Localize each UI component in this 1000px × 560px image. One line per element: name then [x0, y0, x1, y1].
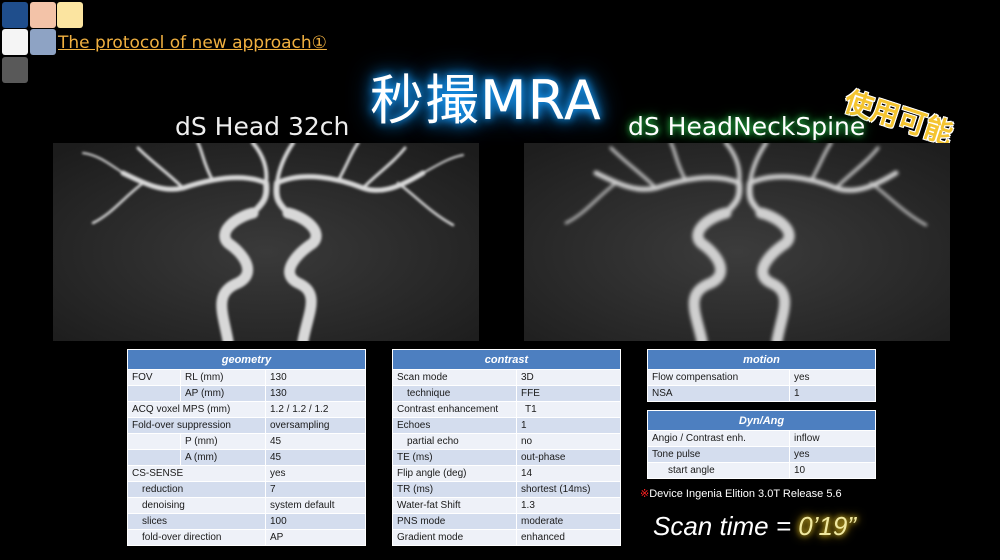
table-row: P (mm) 45 — [127, 433, 367, 450]
swatch-6 — [2, 57, 28, 83]
table-row: Scan mode 3D — [392, 369, 621, 386]
table-row: TR (ms) shortest (14ms) — [392, 481, 621, 498]
table-row: AP (mm) 130 — [127, 385, 367, 402]
scan-time: Scan time = 0’19” — [653, 511, 856, 542]
scan-time-value: 0’19” — [798, 511, 857, 541]
table-row: Contrast enhancement T1 — [392, 401, 621, 418]
geometry-table: geometry FOV RL (mm) 130 AP (mm) 130 ACQ vo… — [126, 349, 367, 546]
table-row: denoising system default — [127, 497, 367, 514]
swatch-3 — [57, 2, 83, 28]
table-row: Echoes 1 — [392, 417, 621, 434]
table-row: FOV RL (mm) 130 — [127, 369, 367, 386]
left-coil-label: dS Head 32ch — [175, 112, 350, 141]
swatch-5 — [30, 29, 56, 55]
dynang-header: Dyn/Ang — [646, 410, 877, 431]
table-row: Flow compensation yes — [647, 369, 877, 386]
protocol-link[interactable]: The protocol of new approach① — [58, 33, 327, 53]
swatch-1 — [2, 2, 28, 28]
main-title: 秒撮MRA — [370, 69, 602, 132]
geometry-header: geometry — [126, 349, 367, 370]
table-row: start angle 10 — [647, 462, 877, 479]
table-row: CS-SENSE yes — [127, 465, 367, 482]
motion-header: motion — [646, 349, 877, 370]
note-mark: ※ — [640, 488, 650, 500]
table-row: partial echo no — [392, 433, 621, 450]
device-note: ※Device Ingenia Elition 3.0T Release 5.6 — [640, 487, 842, 500]
swatch-2 — [30, 2, 56, 28]
table-row: NSA 1 — [647, 385, 877, 402]
mra-image-right — [524, 143, 950, 341]
table-row: Tone pulse yes — [647, 446, 877, 463]
table-row: Water-fat Shift 1.3 — [392, 497, 621, 514]
table-row: ACQ voxel MPS (mm) 1.2 / 1.2 / 1.2 — [127, 401, 367, 418]
right-coil-label: dS HeadNeckSpine — [628, 112, 866, 141]
table-row: Gradient mode enhanced — [392, 529, 621, 546]
table-row: A (mm) 45 — [127, 449, 367, 466]
dynang-table: Dyn/Ang Angio / Contrast enh. inflow Tone… — [646, 410, 877, 479]
table-row: fold-over direction AP — [127, 529, 367, 546]
table-row: PNS mode moderate — [392, 513, 621, 530]
table-row: Fold-over suppression oversampling — [127, 417, 367, 434]
table-row: Angio / Contrast enh. inflow — [647, 430, 877, 447]
scan-time-label: Scan time = — [653, 511, 799, 541]
table-row: slices 100 — [127, 513, 367, 530]
table-row: Flip angle (deg) 14 — [392, 465, 621, 482]
table-row: TE (ms) out-phase — [392, 449, 621, 466]
motion-table: motion Flow compensation yes NSA 1 — [646, 349, 877, 402]
device-text: Device Ingenia Elition 3.0T Release 5.6 — [649, 488, 842, 500]
table-row: reduction 7 — [127, 481, 367, 498]
mra-image-left — [53, 143, 479, 341]
table-row: technique FFE — [392, 385, 621, 402]
contrast-table: contrast Scan mode 3D technique FFE Contra… — [392, 349, 621, 546]
swatch-4 — [2, 29, 28, 55]
contrast-header: contrast — [392, 349, 621, 370]
